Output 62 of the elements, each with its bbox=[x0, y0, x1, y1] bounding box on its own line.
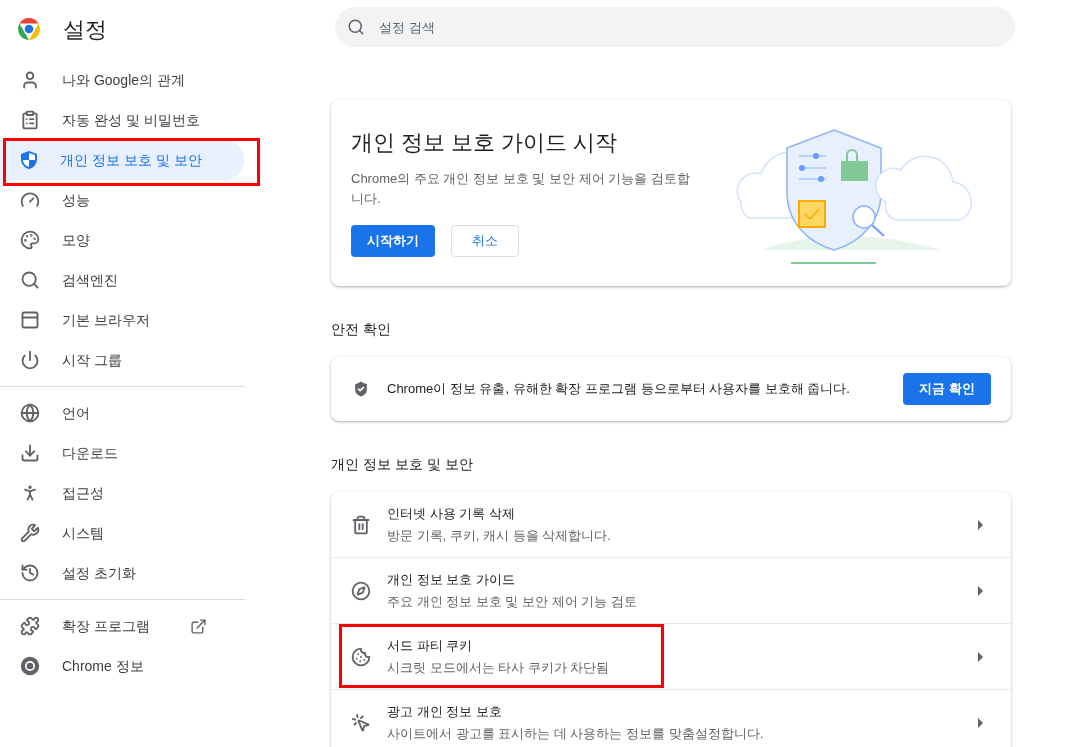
power-icon bbox=[20, 350, 40, 370]
download-icon bbox=[20, 443, 40, 463]
trash-icon bbox=[351, 514, 371, 535]
sidebar-item[interactable]: 검색엔진 bbox=[0, 260, 244, 300]
history-icon bbox=[20, 563, 40, 583]
cancel-button[interactable]: 취소 bbox=[451, 225, 519, 257]
sidebar-item[interactable]: 접근성 bbox=[0, 473, 244, 513]
section-heading: 안전 확인 bbox=[331, 320, 392, 339]
sidebar-item[interactable]: Chrome 정보 bbox=[0, 646, 160, 686]
start-button[interactable]: 시작하기 bbox=[351, 225, 435, 257]
person-icon bbox=[20, 70, 40, 90]
search-icon bbox=[347, 18, 365, 36]
chevron-icon bbox=[978, 717, 983, 728]
row-subtitle: 방문 기록, 쿠키, 캐시 등을 삭제합니다. bbox=[387, 527, 612, 545]
settings-row[interactable]: 서드 파티 쿠키 시크릿 모드에서는 타사 쿠키가 차단됨 bbox=[331, 624, 1011, 689]
shield-icon bbox=[20, 150, 38, 170]
sidebar-item[interactable]: 기본 브라우저 bbox=[0, 300, 244, 340]
chevron-icon bbox=[978, 585, 983, 596]
section-heading: 개인 정보 보호 및 보안 bbox=[331, 455, 474, 474]
row-subtitle: 사이트에서 광고를 표시하는 데 사용하는 정보를 맞춤설정합니다. bbox=[387, 725, 765, 743]
wrench-icon bbox=[20, 523, 40, 543]
chrome-logo-icon bbox=[17, 17, 41, 41]
chrome-logo-icon bbox=[20, 656, 40, 676]
sidebar-item[interactable]: 확장 프로그램 bbox=[0, 606, 223, 646]
row-subtitle: 주요 개인 정보 보호 및 보안 제어 기능 검토 bbox=[387, 593, 638, 611]
card-description: Chrome의 주요 개인 정보 보호 및 보안 제어 기능을 검토합니다. bbox=[351, 170, 691, 208]
search-icon bbox=[20, 270, 40, 290]
page-title: 설정 bbox=[63, 15, 107, 44]
sidebar-item[interactable]: 설정 초기화 bbox=[0, 553, 244, 593]
sidebar-item[interactable]: 시스템 bbox=[0, 513, 244, 553]
gauge-icon bbox=[20, 190, 40, 210]
row-title: 광고 개인 정보 보호 bbox=[387, 702, 503, 721]
chevron-icon bbox=[978, 519, 983, 530]
sidebar-item[interactable]: 개인 정보 보호 및 보안 bbox=[0, 140, 244, 180]
sidebar-item[interactable]: 성능 bbox=[0, 180, 244, 220]
sidebar-item[interactable]: 언어 bbox=[0, 393, 244, 433]
settings-row[interactable]: 인터넷 사용 기록 삭제 방문 기록, 쿠키, 캐시 등을 삭제합니다. bbox=[331, 492, 1011, 557]
compass-icon bbox=[351, 580, 371, 601]
row-title: 개인 정보 보호 가이드 bbox=[387, 570, 516, 589]
settings-row[interactable]: 광고 개인 정보 보호 사이트에서 광고를 표시하는 데 사용하는 정보를 맞춤설정합니다. bbox=[331, 690, 1011, 747]
safety-check-text: Chrome이 정보 유출, 유해한 확장 프로그램 등으로부터 사용자를 보호해 줍니다. bbox=[387, 380, 851, 399]
card-title: 개인 정보 보호 가이드 시작 bbox=[351, 129, 619, 157]
row-title: 서드 파티 쿠키 bbox=[387, 636, 474, 655]
search-field[interactable]: 설정 검색 bbox=[335, 7, 1015, 47]
cookie-icon bbox=[351, 646, 371, 667]
check-now-button[interactable]: 지금 확인 bbox=[903, 373, 991, 405]
settings-row[interactable]: 개인 정보 보호 가이드 주요 개인 정보 보호 및 보안 제어 기능 검토 bbox=[331, 558, 1011, 623]
row-subtitle: 시크릿 모드에서는 타사 쿠키가 차단됨 bbox=[387, 659, 611, 677]
clipboard-icon bbox=[20, 110, 40, 130]
row-title: 인터넷 사용 기록 삭제 bbox=[387, 504, 516, 523]
external-link-icon bbox=[189, 617, 207, 635]
sidebar-item[interactable]: 자동 완성 및 비밀번호 bbox=[0, 100, 244, 140]
sidebar-item[interactable]: 시작 그룹 bbox=[0, 340, 244, 380]
window-icon bbox=[20, 310, 40, 330]
sidebar-item[interactable]: 모양 bbox=[0, 220, 244, 260]
chevron-icon bbox=[978, 651, 983, 662]
cursor-icon bbox=[351, 712, 371, 733]
sidebar-item[interactable]: 다운로드 bbox=[0, 433, 244, 473]
palette-icon bbox=[20, 230, 40, 250]
globe-icon bbox=[20, 403, 40, 423]
puzzle-icon bbox=[20, 616, 40, 636]
sidebar-item[interactable]: 나와 Google의 관계 bbox=[0, 60, 244, 100]
